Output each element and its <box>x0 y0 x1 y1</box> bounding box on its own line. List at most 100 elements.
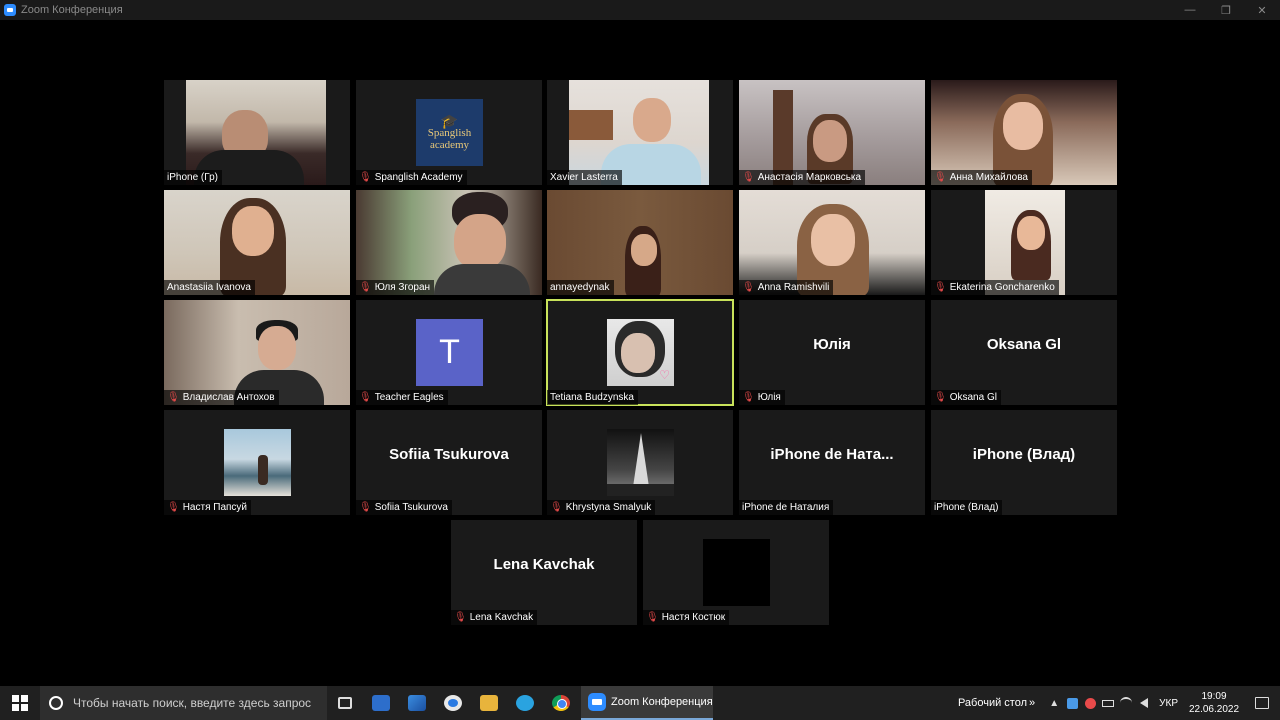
participant-name: Настя Папсуй <box>182 502 248 513</box>
tray-vpn-icon[interactable] <box>1081 686 1099 720</box>
muted-mic-icon: 🎙 <box>742 171 755 183</box>
notification-icon <box>1255 697 1269 709</box>
participant-tile-15[interactable]: Oksana Gl 🎙 Oksana Gl <box>931 300 1117 405</box>
chrome-button[interactable] <box>543 686 579 720</box>
participant-name-bar: 🎙 Настя Костюк <box>643 610 730 625</box>
tray-app-icon[interactable] <box>1063 686 1081 720</box>
task-view-button[interactable] <box>327 686 363 720</box>
graduation-cap-icon: 🎓 <box>440 112 459 129</box>
participant-name-bar: 🎙 Teacher Eagles <box>356 390 448 405</box>
participant-name: Teacher Eagles <box>374 392 444 403</box>
participant-tile-20[interactable]: iPhone (Влад) iPhone (Влад) <box>931 410 1117 515</box>
participant-name: Lena Kavchak <box>469 612 534 623</box>
zoom-app-icon <box>4 4 16 16</box>
participant-display-name: iPhone de Ната... <box>770 446 894 463</box>
minimize-button[interactable]: — <box>1172 0 1208 20</box>
store-icon <box>372 695 390 711</box>
participant-tile-11[interactable]: 🎙 Владислав Антохов <box>164 300 350 405</box>
clock-time: 19:09 <box>1201 691 1227 702</box>
file-explorer-button[interactable] <box>471 686 507 720</box>
participant-tile-9[interactable]: 🎙 Anna Ramishvili <box>739 190 925 295</box>
participant-name-bar: 🎙 Настя Папсуй <box>164 500 252 515</box>
muted-mic-icon: 🎙 <box>934 171 947 183</box>
close-button[interactable]: ✕ <box>1244 0 1280 20</box>
participant-name-bar: 🎙 Anna Ramishvili <box>739 280 834 295</box>
participant-tile-12[interactable]: T 🎙 Teacher Eagles <box>356 300 542 405</box>
participant-name: Spanglish Academy <box>374 172 463 183</box>
participant-name-bar: 🎙 Юлія <box>739 390 785 405</box>
telegram-icon <box>516 695 534 711</box>
telegram-button[interactable] <box>507 686 543 720</box>
participant-tile-21[interactable]: Lena Kavchak 🎙 Lena Kavchak <box>451 520 637 625</box>
show-hidden-icons-button[interactable]: ▲ <box>1045 686 1063 720</box>
clock[interactable]: 19:09 22.06.2022 <box>1184 690 1244 716</box>
participant-display-name: Lena Kavchak <box>493 556 595 573</box>
participant-name-bar: 🎙 Владислав Антохов <box>164 390 279 405</box>
vpn-app-button[interactable] <box>435 686 471 720</box>
store-button[interactable] <box>363 686 399 720</box>
participant-tile-4[interactable]: 🎙 Анастасія Марковська <box>739 80 925 185</box>
muted-mic-icon: 🎙 <box>934 281 947 293</box>
muted-mic-icon: 🎙 <box>742 391 755 403</box>
participant-tile-16[interactable]: 🎙 Настя Папсуй <box>164 410 350 515</box>
participant-name: Владислав Антохов <box>182 392 275 403</box>
muted-mic-icon: 🎙 <box>454 611 467 623</box>
taskbar-search-box[interactable]: Чтобы начать поиск, введите здесь запрос <box>40 686 327 720</box>
participant-name: Sofiia Tsukurova <box>374 502 448 513</box>
participant-name: Юля Згоран <box>374 282 431 293</box>
participant-name-bar: 🎙 Анна Михайлова <box>931 170 1032 185</box>
gallery-view: iPhone (Гр) 🎓 Spanglish academy 🎙 Spanglish A… <box>0 20 1280 686</box>
avatar-photo <box>224 429 291 496</box>
volume-icon[interactable] <box>1135 686 1153 720</box>
restore-button[interactable]: ❐ <box>1208 0 1244 20</box>
logo-text-line-2: academy <box>429 138 470 151</box>
zoom-taskbar-label: Zoom Конференция <box>611 696 713 708</box>
participant-name-bar: 🎙 Sofiia Tsukurova <box>356 500 452 515</box>
language-indicator[interactable]: УКР <box>1159 698 1178 709</box>
participant-name: Xavier Lasterra <box>550 172 618 183</box>
participant-tile-3[interactable]: Xavier Lasterra <box>547 80 733 185</box>
participant-tile-7[interactable]: 🎙 Юля Згоран <box>356 190 542 295</box>
participant-name-bar: annayedynak <box>547 280 614 295</box>
participant-name-bar: Tetiana Budzynska <box>547 390 638 405</box>
notifications-button[interactable] <box>1244 686 1280 720</box>
task-view-icon <box>338 697 352 709</box>
participant-name: iPhone (Гр) <box>167 172 218 183</box>
participant-tile-14[interactable]: Юлія 🎙 Юлія <box>739 300 925 405</box>
participant-tile-10[interactable]: 🎙 Ekaterina Goncharenko <box>931 190 1117 295</box>
heart-icon: ♡ <box>659 368 670 382</box>
participant-name-bar: 🎙 Ekaterina Goncharenko <box>931 280 1059 295</box>
windows-logo-icon <box>12 695 28 711</box>
muted-mic-icon: 🎙 <box>934 391 947 403</box>
participant-tile-8[interactable]: annayedynak <box>547 190 733 295</box>
avatar-letter: T <box>416 319 483 386</box>
muted-mic-icon: 🎙 <box>359 391 372 403</box>
desktop-toolbar-label[interactable]: Рабочий стол <box>958 697 1027 709</box>
wifi-icon[interactable] <box>1117 686 1135 720</box>
desktop-chevron-icon[interactable]: » <box>1029 697 1035 709</box>
folder-icon <box>480 695 498 711</box>
participant-display-name: iPhone (Влад) <box>972 446 1076 463</box>
participant-tile-5[interactable]: 🎙 Анна Михайлова <box>931 80 1117 185</box>
start-button[interactable] <box>0 686 40 720</box>
chrome-icon <box>552 695 570 711</box>
system-tray: Рабочий стол » ▲ УКР 19:09 22.06.2022 <box>958 686 1280 720</box>
photos-button[interactable] <box>399 686 435 720</box>
participant-tile-13[interactable]: ♡ Tetiana Budzynska <box>546 299 734 406</box>
participant-name-bar: 🎙 Khrystyna Smalyuk <box>547 500 656 515</box>
search-placeholder: Чтобы начать поиск, введите здесь запрос <box>73 696 312 710</box>
participant-tile-19[interactable]: iPhone de Ната... iPhone de Наталия <box>739 410 925 515</box>
participant-tile-2[interactable]: 🎓 Spanglish academy 🎙 Spanglish Academy <box>356 80 542 185</box>
participant-tile-22[interactable]: 🎙 Настя Костюк <box>643 520 829 625</box>
participant-name-bar: 🎙 Spanglish Academy <box>356 170 467 185</box>
participant-name: annayedynak <box>550 282 610 293</box>
participant-tile-17[interactable]: Sofiia Tsukurova 🎙 Sofiia Tsukurova <box>356 410 542 515</box>
muted-mic-icon: 🎙 <box>550 501 563 513</box>
muted-mic-icon: 🎙 <box>359 171 372 183</box>
participant-tile-1[interactable]: iPhone (Гр) <box>164 80 350 185</box>
participant-name-bar: Xavier Lasterra <box>547 170 622 185</box>
participant-tile-18[interactable]: 🎙 Khrystyna Smalyuk <box>547 410 733 515</box>
participant-tile-6[interactable]: Anastasiia Ivanova <box>164 190 350 295</box>
zoom-taskbar-button[interactable]: Zoom Конференция <box>581 686 713 720</box>
battery-icon[interactable] <box>1099 686 1117 720</box>
